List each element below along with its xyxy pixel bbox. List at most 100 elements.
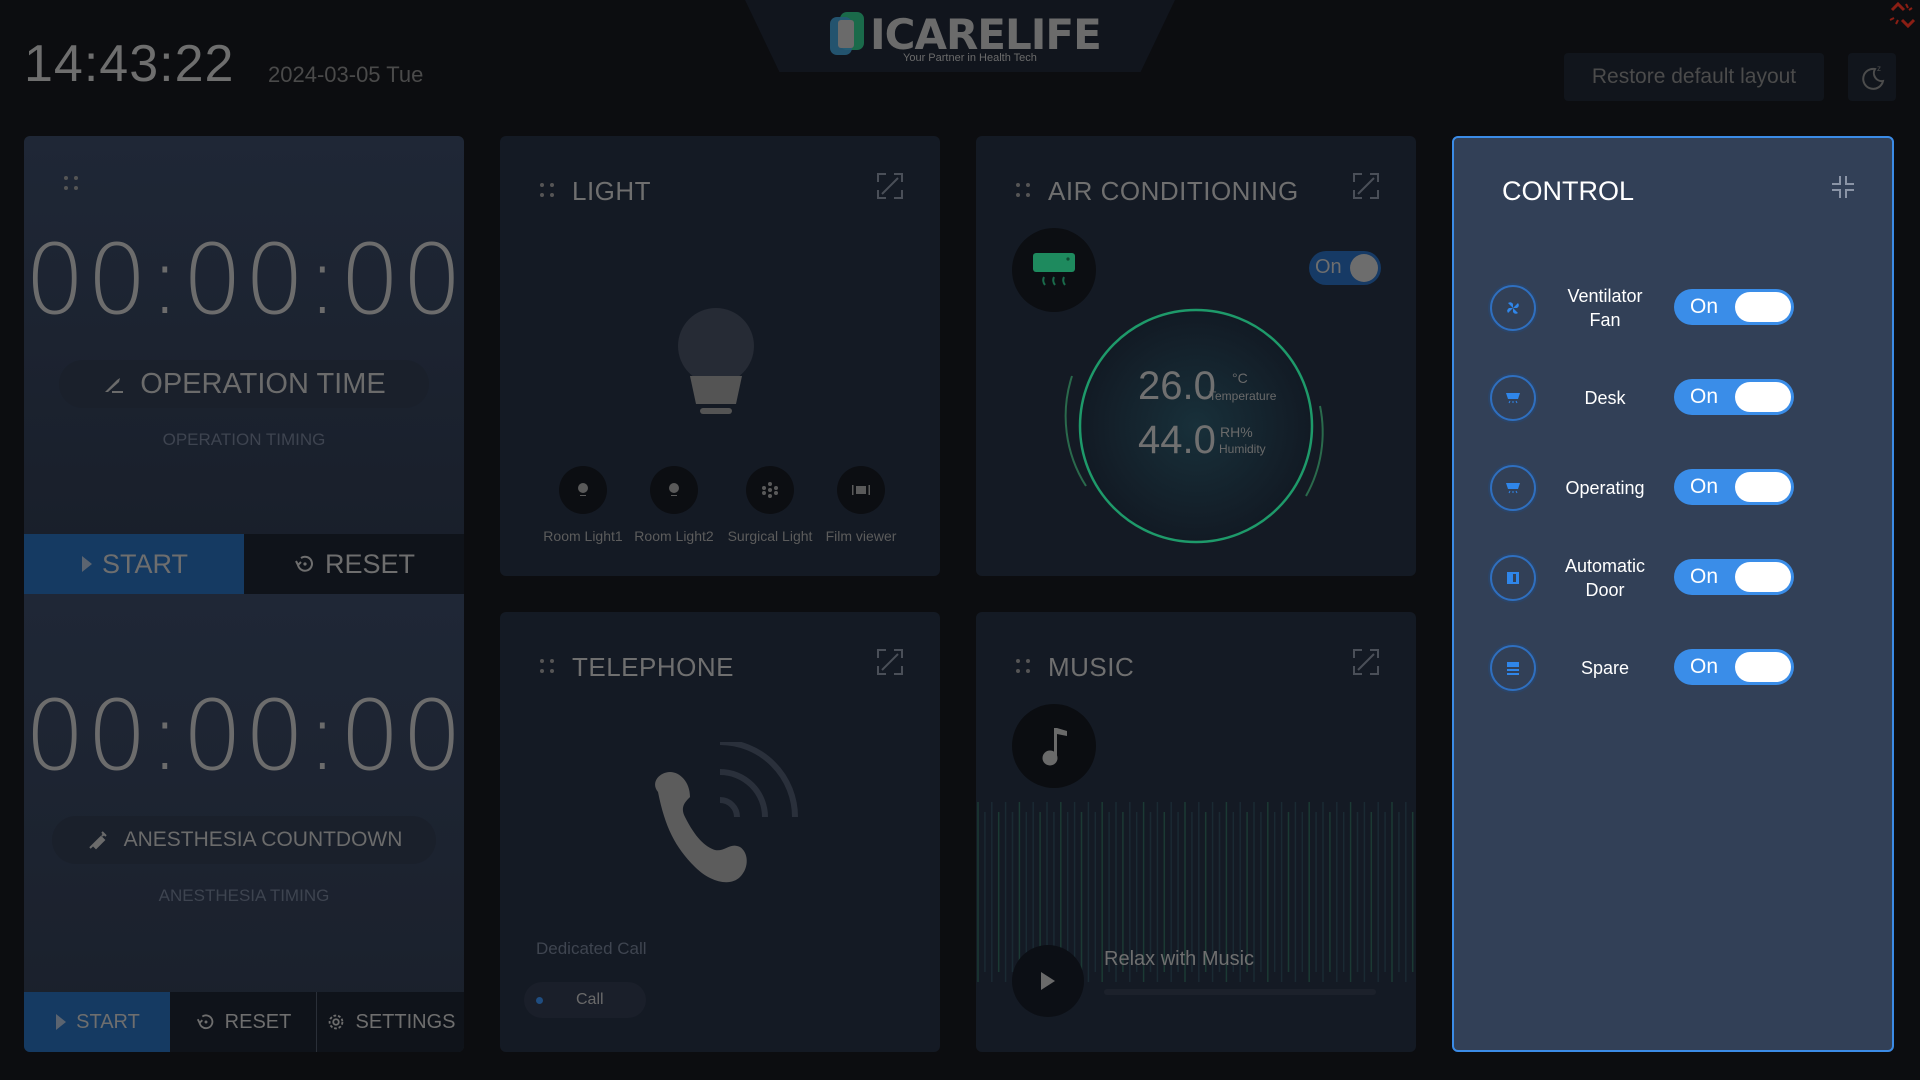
operating-toggle[interactable]: On <box>1674 469 1794 505</box>
humidity-label: Humidity <box>1219 442 1266 456</box>
expand-icon[interactable] <box>876 172 904 200</box>
current-time: 14:43:22 <box>24 35 235 93</box>
film-viewer-icon <box>852 485 870 495</box>
call-button[interactable]: Call <box>524 982 646 1018</box>
toggle-state: On <box>1690 655 1719 678</box>
light-option-room-light2[interactable]: Room Light2 <box>619 466 729 544</box>
air-conditioning-panel: AIR CONDITIONING On 26.0 °C Temperature … <box>976 136 1416 576</box>
control-row-operating: Operating On <box>1490 464 1794 512</box>
play-icon <box>1041 972 1055 990</box>
spare-toggle[interactable]: On <box>1674 649 1794 685</box>
drag-handle-icon[interactable] <box>540 183 556 199</box>
control-label: Operating <box>1565 478 1645 498</box>
play-icon <box>56 1014 67 1030</box>
drag-handle-icon[interactable] <box>1016 659 1032 675</box>
track-title: Relax with Music <box>1104 948 1255 970</box>
current-date: 2024-03-05 Tue <box>268 62 424 87</box>
operation-timer-display: 00:00:00 <box>24 224 464 336</box>
anesthesia-timer-controls: START RESET SETTINGS <box>24 992 464 1052</box>
music-progress-bar[interactable] <box>1104 989 1376 995</box>
operation-start-label: START <box>101 548 188 579</box>
control-row-desk: Desk On <box>1490 374 1794 422</box>
spare-icon <box>1490 645 1536 691</box>
anesthesia-start-button[interactable]: START <box>24 992 170 1052</box>
control-label: Spare <box>1580 658 1630 678</box>
anesthesia-countdown-pill: ANESTHESIA COUNTDOWN <box>52 816 436 864</box>
control-label: Automatic Door <box>1564 556 1646 600</box>
fan-icon <box>1490 285 1536 331</box>
temperature-label: Temperature <box>1209 389 1277 403</box>
toggle-knob <box>1735 652 1791 682</box>
light-option-label: Room Light2 <box>634 528 714 544</box>
toggle-knob <box>1735 472 1791 502</box>
ventilator-fan-toggle[interactable]: On <box>1674 289 1794 325</box>
reset-icon <box>196 1014 213 1030</box>
anesthesia-countdown-title: ANESTHESIA COUNTDOWN <box>123 828 403 851</box>
play-icon <box>81 556 92 572</box>
expand-icon[interactable] <box>1352 648 1380 676</box>
drag-handle-icon[interactable] <box>1016 183 1032 199</box>
light-option-label: Film viewer <box>825 528 897 544</box>
brand-logo: ICARELIFE Your Partner in Health Tech <box>830 10 1102 68</box>
call-label: Call <box>576 991 604 1008</box>
operation-time-pill: OPERATION TIME <box>59 360 429 408</box>
svg-text:z: z <box>1877 64 1881 73</box>
desk-light-icon <box>1490 375 1536 421</box>
drag-handle-icon[interactable] <box>540 659 556 675</box>
control-label: Desk <box>1584 388 1626 408</box>
music-title: MUSIC <box>1048 652 1135 682</box>
toggle-state: On <box>1690 295 1719 318</box>
ac-toggle-label: On <box>1315 256 1342 278</box>
music-note-badge <box>1012 704 1096 788</box>
anesthesia-start-label: START <box>76 1010 140 1033</box>
operation-time-title: OPERATION TIME <box>140 367 386 400</box>
surgical-light-icon <box>762 482 778 498</box>
ac-power-toggle[interactable]: On <box>1309 251 1381 285</box>
timer-panel: 00:00:00 OPERATION TIME OPERATION TIMING… <box>24 136 464 1052</box>
operation-reset-label: RESET <box>324 548 416 579</box>
toggle-knob <box>1735 562 1791 592</box>
lightbulb-icon <box>678 308 754 414</box>
anesthesia-timing-label: ANESTHESIA TIMING <box>158 886 330 905</box>
anesthesia-reset-label: RESET <box>224 1010 292 1033</box>
brand-tagline: Your Partner in Health Tech <box>903 52 1037 64</box>
music-play-button[interactable] <box>1012 945 1084 1017</box>
sleep-mode-button[interactable]: z <box>1848 53 1896 101</box>
control-label: Ventilator Fan <box>1567 286 1643 330</box>
desk-toggle[interactable]: On <box>1674 379 1794 415</box>
toggle-state: On <box>1690 565 1719 588</box>
disconnected-link-icon[interactable] <box>1886 0 1920 32</box>
toggle-state: On <box>1690 475 1719 498</box>
music-note-icon <box>1042 728 1067 766</box>
anesthesia-reset-button[interactable]: RESET <box>170 992 316 1052</box>
collapse-icon[interactable] <box>1830 174 1856 200</box>
operation-start-button[interactable]: START <box>24 534 244 594</box>
expand-icon[interactable] <box>876 648 904 676</box>
control-row-spare: Spare On <box>1490 644 1794 692</box>
toggle-knob <box>1735 382 1791 412</box>
humidity-unit: RH% <box>1220 424 1253 440</box>
control-panel: CONTROL Ventilator Fan On Desk On Operat… <box>1452 136 1894 1052</box>
music-panel: MUSIC Relax with Music <box>976 612 1416 1052</box>
drag-handle-icon[interactable] <box>64 176 80 192</box>
status-dot <box>536 997 543 1004</box>
restore-layout-button[interactable]: Restore default layout <box>1564 53 1824 101</box>
light-title: LIGHT <box>572 176 652 206</box>
temperature-unit: °C <box>1232 370 1248 386</box>
light-option-film-viewer[interactable]: Film viewer <box>806 466 916 544</box>
toggle-state: On <box>1690 385 1719 408</box>
temperature-value: 26.0 <box>1138 364 1216 408</box>
toggle-knob <box>1350 254 1378 282</box>
telephone-panel: TELEPHONE Dedicated Call Call <box>500 612 940 1052</box>
air-conditioning-title: AIR CONDITIONING <box>1048 176 1299 206</box>
expand-icon[interactable] <box>1352 172 1380 200</box>
phone-ringing-icon <box>655 742 798 883</box>
automatic-door-toggle[interactable]: On <box>1674 559 1794 595</box>
telephone-title: TELEPHONE <box>572 652 734 682</box>
operation-reset-button[interactable]: RESET <box>244 534 464 594</box>
gear-icon <box>329 1014 344 1030</box>
reset-icon <box>295 555 313 572</box>
anesthesia-settings-button[interactable]: SETTINGS <box>316 992 464 1052</box>
dedicated-call-label: Dedicated Call <box>536 939 647 958</box>
light-panel: LIGHT Room Light1 Room Light2 Surgical L… <box>500 136 940 576</box>
